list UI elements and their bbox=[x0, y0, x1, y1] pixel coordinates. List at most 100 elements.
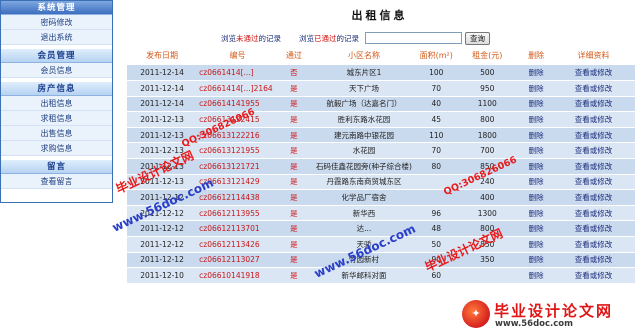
delete-link[interactable]: 删除 bbox=[520, 158, 553, 175]
view-edit-link[interactable]: 查看或修改 bbox=[552, 65, 635, 82]
site-logo: ✦ 毕业设计论文网 www.56doc.com bbox=[462, 300, 632, 330]
sidebar-item-logout[interactable]: 退出系统 bbox=[1, 30, 112, 45]
sidebar-item-buy-wanted[interactable]: 求购信息 bbox=[1, 141, 112, 156]
main-content: 出租信息 浏览未通过的记录 浏览已通过的记录 查询 发布日期 编号 通过 小区名称 面积… bbox=[121, 0, 638, 335]
view-edit-link[interactable]: 查看或修改 bbox=[552, 158, 635, 175]
cell-rent: 1100 bbox=[454, 96, 521, 113]
rental-table: 发布日期 编号 通过 小区名称 面积(m²) 租金(元) 删除 详细资料 2011-12-14… bbox=[127, 45, 635, 284]
table-row: 2011-12-10 cz06610141918 是新华邮科对面 60 删除 查看或修改 bbox=[127, 267, 635, 284]
cell-approved: 是 bbox=[277, 252, 310, 269]
cell-community: 石码佳鑫花园旁(种子综合楼) bbox=[309, 158, 419, 175]
sidebar-group-title: 留言 bbox=[1, 160, 112, 174]
sidebar-item-change-password[interactable]: 密码修改 bbox=[1, 15, 112, 30]
filter-passed-link[interactable]: 浏览已通过的记录 bbox=[299, 33, 359, 44]
table-row: 2011-12-12 cz06612113955 是新华西 96 1300 删除 查看或修改 bbox=[127, 205, 635, 222]
view-edit-link[interactable]: 查看或修改 bbox=[552, 267, 635, 284]
cell-code: cz0661414[...]2164 bbox=[197, 80, 278, 97]
cell-code: cz06613122415 bbox=[197, 111, 278, 128]
view-edit-link[interactable]: 查看或修改 bbox=[552, 96, 635, 113]
delete-link[interactable]: 删除 bbox=[520, 142, 553, 160]
filter-prefix: 浏览 bbox=[221, 33, 236, 43]
cell-area: 40 bbox=[418, 96, 455, 113]
view-edit-link[interactable]: 查看或修改 bbox=[552, 205, 635, 222]
cell-rent: 800 bbox=[454, 111, 521, 128]
view-edit-link[interactable]: 查看或修改 bbox=[552, 111, 635, 128]
column-header: 发布日期 bbox=[127, 45, 198, 65]
filter-toolbar: 浏览未通过的记录 浏览已通过的记录 查询 bbox=[221, 31, 490, 45]
delete-link[interactable]: 删除 bbox=[520, 189, 553, 206]
cell-date: 2011-12-12 bbox=[127, 189, 198, 206]
cell-rent: 1300 bbox=[454, 205, 521, 222]
cell-code: cz06613121721 bbox=[197, 158, 278, 175]
cell-area: 110 bbox=[418, 127, 455, 144]
view-edit-link[interactable]: 查看或修改 bbox=[552, 252, 635, 269]
delete-link[interactable]: 删除 bbox=[520, 205, 553, 222]
table-row: 2011-12-12 cz06612113701 是达... 48 800 删除 查看或修改 bbox=[127, 220, 635, 238]
sidebar-item-view-messages[interactable]: 查看留言 bbox=[1, 174, 112, 189]
delete-link[interactable]: 删除 bbox=[520, 111, 553, 128]
sidebar-item-rent-out[interactable]: 出租信息 bbox=[1, 96, 112, 111]
search-input[interactable] bbox=[365, 32, 462, 44]
delete-link[interactable]: 删除 bbox=[520, 236, 553, 253]
cell-area: 96 bbox=[418, 205, 455, 222]
sidebar-item-rent-wanted[interactable]: 求租信息 bbox=[1, 111, 112, 126]
cell-community: 新华西 bbox=[309, 205, 419, 222]
cell-community: 城东片区1 bbox=[309, 65, 419, 82]
cell-community: 达... bbox=[309, 220, 419, 238]
column-header: 通过 bbox=[277, 45, 310, 65]
delete-link[interactable]: 删除 bbox=[520, 96, 553, 113]
sidebar-item-member-info[interactable]: 会员信息 bbox=[1, 63, 112, 78]
cell-rent: 700 bbox=[454, 142, 521, 160]
cell-date: 2011-12-13 bbox=[127, 142, 198, 160]
cell-code: cz06614141955 bbox=[197, 96, 278, 113]
view-edit-link[interactable]: 查看或修改 bbox=[552, 220, 635, 238]
cell-community: 建元南路中银花园 bbox=[309, 127, 419, 144]
table-row: 2011-12-13 cz06613122415 是胜利东路水花园 45 800 删除 查看… bbox=[127, 111, 635, 128]
page-root: 系统管理 密码修改 退出系统 会员管理 会员信息 房产信息 出租信息 求租信息 … bbox=[0, 0, 638, 335]
cell-code: cz06612114438 bbox=[197, 189, 278, 206]
search-button[interactable]: 查询 bbox=[465, 31, 490, 45]
cell-approved: 是 bbox=[277, 80, 310, 97]
view-edit-link[interactable]: 查看或修改 bbox=[552, 80, 635, 97]
cell-approved: 是 bbox=[277, 174, 310, 191]
view-edit-link[interactable]: 查看或修改 bbox=[552, 189, 635, 206]
view-edit-link[interactable]: 查看或修改 bbox=[552, 127, 635, 144]
delete-link[interactable]: 删除 bbox=[520, 127, 553, 144]
filter-unpassed-link[interactable]: 浏览未通过的记录 bbox=[221, 33, 281, 44]
sidebar-group-title: 会员管理 bbox=[1, 49, 112, 63]
filter-suffix: 的记录 bbox=[336, 33, 360, 43]
cell-approved: 是 bbox=[277, 220, 310, 238]
cell-approved: 是 bbox=[277, 267, 310, 284]
cell-date: 2011-12-12 bbox=[127, 236, 198, 253]
cell-community: 胜利东路水花园 bbox=[309, 111, 419, 128]
delete-link[interactable]: 删除 bbox=[520, 80, 553, 97]
cell-community: 水花园 bbox=[309, 142, 419, 160]
page-title: 出租信息 bbox=[351, 9, 408, 22]
delete-link[interactable]: 删除 bbox=[520, 252, 553, 269]
column-header: 小区名称 bbox=[309, 45, 419, 65]
table-row: 2011-12-13 cz06613121721 是石码佳鑫花园旁(种子综合楼) 80… bbox=[127, 158, 635, 175]
table-row: 2011-12-12 cz06612113027 是竹园新村 90 350 删除 查看或修改 bbox=[127, 252, 635, 269]
cell-date: 2011-12-13 bbox=[127, 174, 198, 191]
cell-date: 2011-12-10 bbox=[127, 267, 198, 284]
table-row: 2011-12-14 cz06614141955 是航毅广场（达嘉名门） 40 1100… bbox=[127, 96, 635, 113]
view-edit-link[interactable]: 查看或修改 bbox=[552, 174, 635, 191]
cell-code: cz06613121429 bbox=[197, 174, 278, 191]
delete-link[interactable]: 删除 bbox=[520, 65, 553, 82]
table-row: 2011-12-13 cz06613121955 是水花园 70 700 删除 查看或修改 bbox=[127, 142, 635, 160]
cell-area bbox=[418, 189, 455, 206]
delete-link[interactable]: 删除 bbox=[520, 174, 553, 191]
cell-date: 2011-12-14 bbox=[127, 80, 198, 97]
delete-link[interactable]: 删除 bbox=[520, 220, 553, 238]
table-row: 2011-12-12 cz06612114438 是化学品厂宿舍 400 删除 查看或修改 bbox=[127, 189, 635, 206]
column-header: 租金(元) bbox=[454, 45, 521, 65]
sidebar-item-for-sale[interactable]: 出售信息 bbox=[1, 126, 112, 141]
table-row: 2011-12-13 cz06613121429 是丹霞路东南商贸城东区 240 删除查… bbox=[127, 174, 635, 191]
cell-rent: 850 bbox=[454, 236, 521, 253]
cell-approved: 是 bbox=[277, 127, 310, 144]
view-edit-link[interactable]: 查看或修改 bbox=[552, 236, 635, 253]
delete-link[interactable]: 删除 bbox=[520, 267, 553, 284]
cell-date: 2011-12-12 bbox=[127, 205, 198, 222]
view-edit-link[interactable]: 查看或修改 bbox=[552, 142, 635, 160]
sidebar-group-title: 系统管理 bbox=[1, 1, 112, 15]
